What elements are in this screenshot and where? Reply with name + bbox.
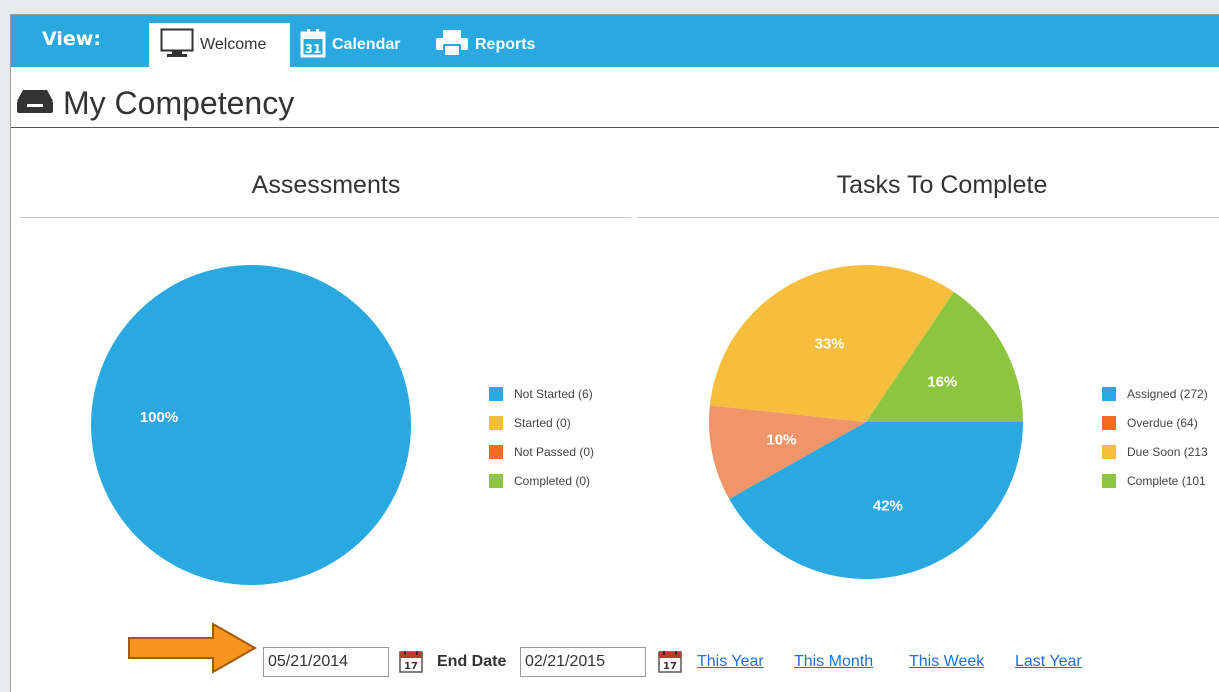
printer-icon <box>435 28 469 63</box>
link-last-year[interactable]: Last Year <box>1015 653 1082 671</box>
legend-swatch <box>1102 444 1116 459</box>
link-this-year[interactable]: This Year <box>697 653 764 671</box>
legend-swatch <box>489 444 503 459</box>
start-date-input[interactable] <box>263 647 389 677</box>
legend-item-assigned[interactable]: Assigned (272) <box>1102 386 1208 401</box>
legend-item-completed[interactable]: Completed (0) <box>489 473 594 488</box>
end-date-input[interactable] <box>520 647 646 677</box>
assessments-legend: Not Started (6) Started (0) Not Passed (… <box>489 386 594 502</box>
app-frame: View: Welcome 31 Calendar Reports My Com… <box>10 14 1219 692</box>
tasks-divider <box>637 217 1219 218</box>
legend-swatch <box>1102 415 1116 430</box>
legend-item-not-passed[interactable]: Not Passed (0) <box>489 444 594 459</box>
legend-item-started[interactable]: Started (0) <box>489 415 594 430</box>
legend-swatch <box>489 415 503 430</box>
legend-swatch <box>489 386 503 401</box>
link-this-month[interactable]: This Month <box>794 653 873 671</box>
calendar-icon: 31 <box>300 28 326 63</box>
tasks-legend: Assigned (272) Overdue (64) Due Soon (21… <box>1102 386 1208 502</box>
end-date-calendar-icon[interactable]: 17 <box>658 651 682 678</box>
tab-calendar-label: Calendar <box>332 36 401 53</box>
legend-swatch <box>1102 473 1116 488</box>
inbox-tray-icon <box>15 87 55 120</box>
legend-label: Complete (101 <box>1127 473 1206 488</box>
pie-percent-label: 100% <box>140 409 178 426</box>
assessments-title: Assessments <box>251 171 401 199</box>
svg-text:17: 17 <box>663 661 677 672</box>
tab-reports-label: Reports <box>475 36 536 53</box>
legend-label: Not Started (6) <box>514 386 593 401</box>
legend-item-not-started[interactable]: Not Started (6) <box>489 386 594 401</box>
view-label: View: <box>42 28 101 50</box>
legend-item-complete[interactable]: Complete (101 <box>1102 473 1208 488</box>
pie-percent-label: 16% <box>927 374 957 391</box>
legend-label: Due Soon (213 <box>1127 444 1208 459</box>
page-title: My Competency <box>63 85 295 121</box>
legend-swatch <box>1102 386 1116 401</box>
monitor-icon <box>160 28 194 63</box>
tab-reports[interactable]: Reports <box>435 23 535 67</box>
legend-label: Overdue (64) <box>1127 415 1198 430</box>
end-date-label: End Date <box>437 653 507 670</box>
tab-calendar[interactable]: 31 Calendar <box>300 23 400 67</box>
legend-label: Started (0) <box>514 415 571 430</box>
title-divider <box>11 127 1219 128</box>
pie-percent-label: 42% <box>873 498 903 515</box>
link-this-week[interactable]: This Week <box>909 653 984 671</box>
assessments-pie-chart: 100% <box>91 265 411 590</box>
tasks-pie-chart: 42% 10% 33% 16% <box>709 265 1023 584</box>
svg-text:17: 17 <box>404 661 418 672</box>
tasks-title: Tasks To Complete <box>836 171 1048 199</box>
svg-text:31: 31 <box>305 42 322 56</box>
tab-welcome[interactable]: Welcome <box>149 23 290 67</box>
pie-percent-label: 10% <box>766 431 796 448</box>
orange-arrow-annotation <box>125 618 260 683</box>
legend-label: Not Passed (0) <box>514 444 595 459</box>
tab-welcome-label: Welcome <box>200 36 267 53</box>
legend-swatch <box>489 473 503 488</box>
legend-item-overdue[interactable]: Overdue (64) <box>1102 415 1208 430</box>
legend-label: Assigned (272) <box>1127 386 1208 401</box>
legend-label: Completed (0) <box>514 473 591 488</box>
assessments-divider <box>19 217 631 218</box>
top-nav-bar: View: Welcome 31 Calendar Reports <box>11 15 1219 67</box>
page-header: My Competency <box>15 85 294 122</box>
legend-item-due-soon[interactable]: Due Soon (213 <box>1102 444 1208 459</box>
pie-percent-label: 33% <box>815 336 845 353</box>
start-date-calendar-icon[interactable]: 17 <box>399 651 423 678</box>
